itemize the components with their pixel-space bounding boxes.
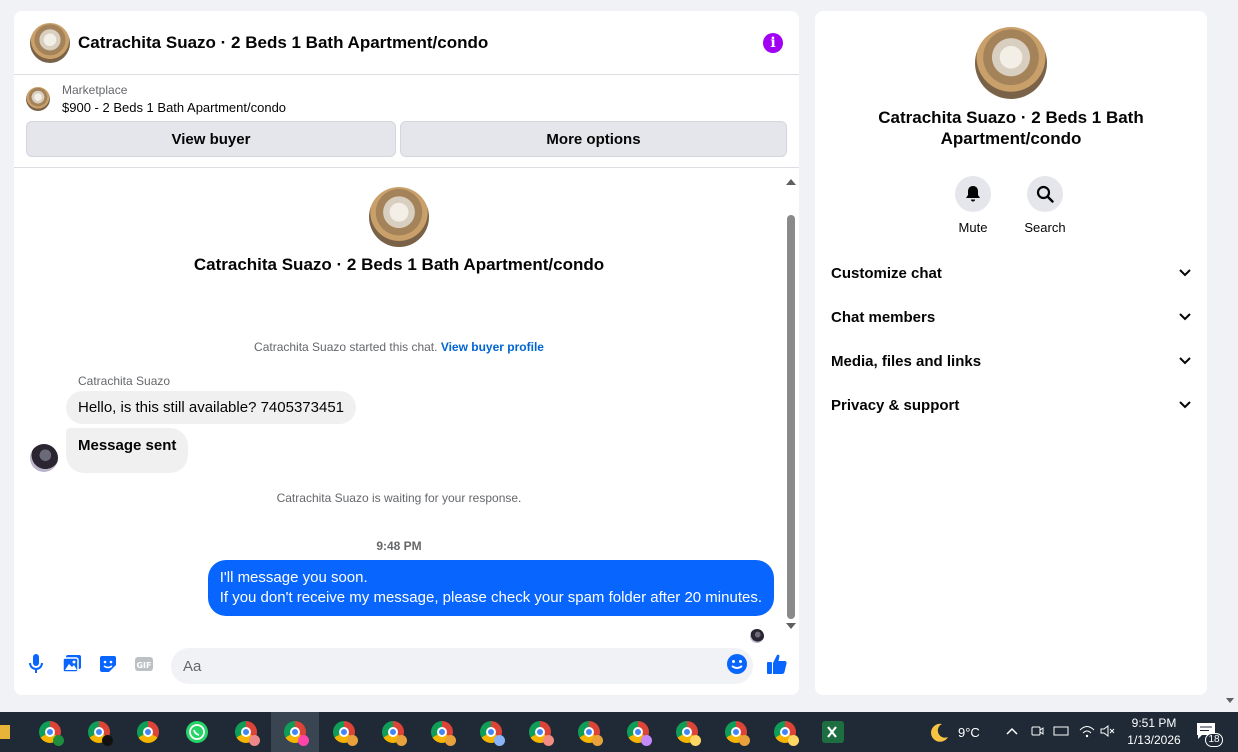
notification-count-badge: 18 xyxy=(1205,733,1223,747)
chevron-down-icon xyxy=(1179,313,1191,321)
incoming-message[interactable]: Message sent xyxy=(66,428,189,473)
info-title: Catrachita Suazo · 2 Beds 1 Bath Apartme… xyxy=(878,108,1144,148)
weather-temperature[interactable]: 9°C xyxy=(958,725,980,740)
marketplace-label: Marketplace xyxy=(62,83,128,97)
section-customize-chat[interactable]: Customize chat xyxy=(815,251,1207,295)
taskbar-date[interactable]: 1/13/2026 xyxy=(1120,733,1188,747)
chat-started-notice: Catrachita Suazo started this chat. View… xyxy=(14,340,784,354)
thumbs-up-icon[interactable] xyxy=(766,653,788,675)
scroll-thumb[interactable] xyxy=(787,215,795,619)
listing-title: $900 - 2 Beds 1 Bath Apartment/condo xyxy=(62,100,287,115)
chrome-profile-icon[interactable] xyxy=(382,721,407,746)
conversation-title: Catrachita Suazo · 2 Beds 1 Bath Apartme… xyxy=(193,255,605,274)
section-media-files-links[interactable]: Media, files and links xyxy=(815,339,1207,383)
marketplace-text: Marketplace $900 - 2 Beds 1 Bath Apartme… xyxy=(62,83,286,115)
chrome-profile-icon[interactable] xyxy=(774,721,799,746)
scroll-up-arrow-icon[interactable] xyxy=(786,179,796,185)
seen-indicator-avatar xyxy=(750,629,764,643)
section-chat-members[interactable]: Chat members xyxy=(815,295,1207,339)
incoming-message[interactable]: Hello, is this still available? 74053734… xyxy=(66,391,357,424)
conversation-info-panel: Catrachita Suazo · 2 Beds 1 Bath Apartme… xyxy=(815,11,1207,695)
keyboard-language-icon[interactable] xyxy=(1053,724,1069,741)
bell-icon[interactable] xyxy=(955,176,991,212)
emoji-icon[interactable] xyxy=(726,653,748,675)
taskbar-clock[interactable]: 9:51 PM xyxy=(1120,716,1188,730)
chrome-profile-icon[interactable] xyxy=(725,721,750,746)
gif-label: GIF xyxy=(136,661,151,670)
conversation-avatar xyxy=(369,187,429,247)
section-label: Privacy & support xyxy=(831,396,960,414)
chat-header: Catrachita Suazo · 2 Beds 1 Bath Apartme… xyxy=(14,11,799,75)
chevron-up-icon[interactable] xyxy=(1006,724,1018,739)
page-scroll-down-arrow-icon[interactable] xyxy=(1226,698,1234,703)
photo-icon[interactable] xyxy=(61,653,83,675)
header-divider xyxy=(14,167,799,168)
sender-name: Catrachita Suazo xyxy=(78,374,171,388)
listing-actions: View buyer More options xyxy=(14,121,799,157)
excel-icon[interactable] xyxy=(822,721,844,743)
scroll-down-arrow-icon[interactable] xyxy=(786,623,796,629)
chrome-profile-icon[interactable] xyxy=(431,721,456,746)
chrome-profile-icon[interactable] xyxy=(578,721,603,746)
search-action[interactable]: Search xyxy=(1015,176,1075,235)
microphone-icon[interactable] xyxy=(25,653,47,675)
file-explorer-icon[interactable] xyxy=(0,725,10,739)
chat-panel: Catrachita Suazo · 2 Beds 1 Bath Apartme… xyxy=(14,11,799,695)
chat-title[interactable]: Catrachita Suazo · 2 Beds 1 Bath Apartme… xyxy=(78,33,763,53)
meet-now-icon[interactable] xyxy=(1030,724,1044,741)
chevron-down-icon xyxy=(1179,401,1191,409)
chevron-down-icon xyxy=(1179,357,1191,365)
chrome-profile-icon[interactable] xyxy=(39,721,64,746)
waiting-notice: Catrachita Suazo is waiting for your res… xyxy=(276,491,522,505)
marketplace-listing[interactable]: Marketplace $900 - 2 Beds 1 Bath Apartme… xyxy=(14,75,799,121)
gif-icon[interactable]: GIF xyxy=(133,653,155,675)
chrome-profile-icon[interactable] xyxy=(235,721,260,746)
chrome-icon[interactable] xyxy=(137,721,159,743)
message-input[interactable] xyxy=(171,648,753,684)
section-label: Customize chat xyxy=(831,264,942,282)
outgoing-message-line: If you don't receive my message, please … xyxy=(219,589,762,606)
listing-thumbnail xyxy=(26,87,50,111)
message-composer: GIF xyxy=(14,643,799,687)
outgoing-message-line: I'll message you soon. xyxy=(219,569,368,586)
outgoing-message[interactable]: I'll message you soon. If you don't rece… xyxy=(207,560,774,616)
chrome-profile-icon[interactable] xyxy=(480,721,505,746)
chrome-profile-icon[interactable] xyxy=(284,721,309,746)
sticker-icon[interactable] xyxy=(97,653,119,675)
section-privacy-support[interactable]: Privacy & support xyxy=(815,383,1207,427)
whatsapp-icon[interactable] xyxy=(186,721,208,743)
mute-label: Mute xyxy=(958,220,988,235)
view-buyer-profile-link[interactable]: View buyer profile xyxy=(441,340,544,354)
message-scrollbar[interactable] xyxy=(784,173,798,633)
chrome-profile-icon[interactable] xyxy=(676,721,701,746)
windows-taskbar: 9°C 9:51 PM 1/13/2026 18 xyxy=(0,712,1238,752)
mute-action[interactable]: Mute xyxy=(943,176,1003,235)
more-options-button[interactable]: More options xyxy=(400,121,787,157)
message-timestamp: 9:48 PM xyxy=(376,539,422,553)
chat-started-text: Catrachita Suazo started this chat. xyxy=(254,340,438,354)
view-buyer-button[interactable]: View buyer xyxy=(26,121,396,157)
sender-avatar[interactable] xyxy=(30,444,58,472)
chevron-down-icon xyxy=(1179,269,1191,277)
chrome-profile-icon[interactable] xyxy=(529,721,554,746)
message-list[interactable]: Catrachita Suazo · 2 Beds 1 Bath Apartme… xyxy=(14,173,799,643)
search-label: Search xyxy=(1024,220,1066,235)
search-icon[interactable] xyxy=(1027,176,1063,212)
wifi-icon[interactable] xyxy=(1079,724,1095,741)
info-avatar[interactable] xyxy=(975,27,1047,99)
moon-weather-icon[interactable] xyxy=(928,722,950,749)
chrome-profile-icon[interactable] xyxy=(333,721,358,746)
listing-avatar[interactable] xyxy=(30,22,70,63)
info-icon[interactable]: i xyxy=(763,32,783,53)
chrome-profile-icon[interactable] xyxy=(88,721,113,746)
volume-muted-icon[interactable] xyxy=(1100,724,1116,741)
chrome-profile-icon[interactable] xyxy=(627,721,652,746)
section-label: Chat members xyxy=(831,308,936,326)
section-label: Media, files and links xyxy=(831,352,982,370)
